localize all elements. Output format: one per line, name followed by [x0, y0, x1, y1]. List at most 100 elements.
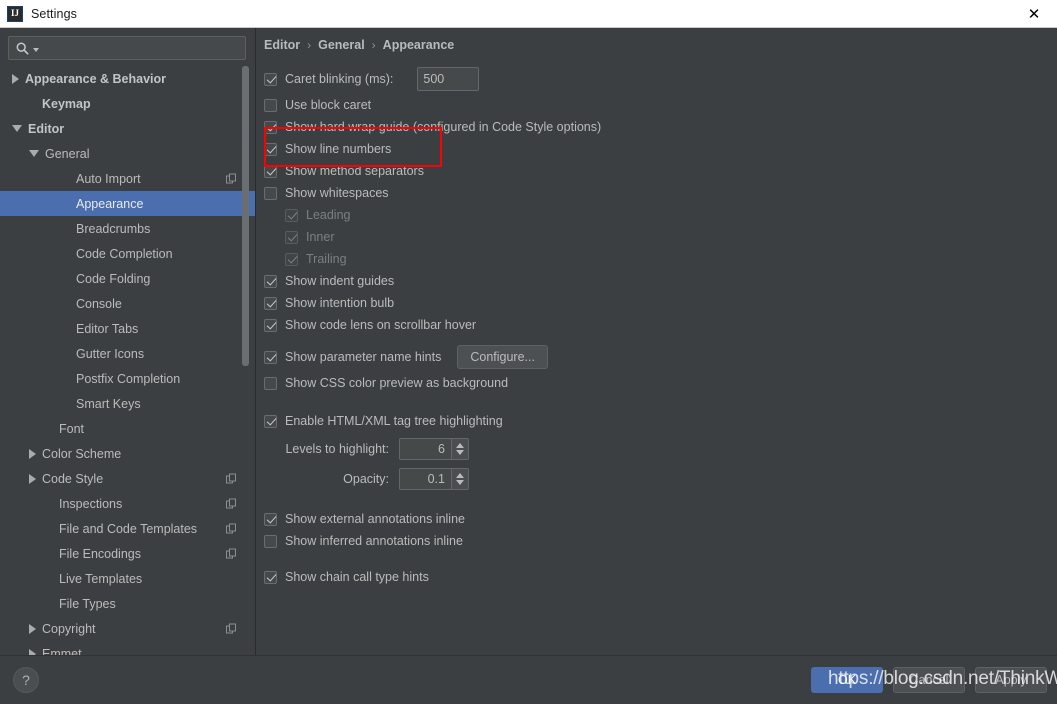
label-caret-blinking: Caret blinking (ms):: [285, 72, 394, 86]
sidebar-item-code-style[interactable]: Code Style: [0, 466, 255, 491]
checkbox-show-parameter-name-hints[interactable]: [264, 350, 277, 364]
tree-spacer-icon: [63, 325, 70, 332]
search-box[interactable]: [8, 36, 246, 60]
sidebar-scrollbar-track[interactable]: [242, 66, 252, 655]
dialog-footer: ? OK Cancel Apply: [0, 655, 1057, 704]
spinner-levels-value[interactable]: 6: [400, 439, 451, 459]
chevron-down-icon[interactable]: [456, 450, 464, 455]
apply-button[interactable]: Apply: [975, 667, 1047, 693]
checkbox-show-inferred-annotations[interactable]: [264, 534, 277, 548]
sidebar-item-color-scheme[interactable]: Color Scheme: [0, 441, 255, 466]
checkbox-show-css-color-preview[interactable]: [264, 376, 277, 390]
label-levels-to-highlight: Levels to highlight:: [285, 442, 389, 456]
checkbox-show-code-lens[interactable]: [264, 318, 277, 332]
configure-parameter-hints-button[interactable]: Configure...: [457, 345, 548, 369]
sidebar-item-code-completion[interactable]: Code Completion: [0, 241, 255, 266]
spinner-levels-buttons: [451, 439, 468, 459]
tree-spacer-icon: [46, 425, 53, 432]
label-whitespace-leading: Leading: [306, 208, 351, 222]
sidebar-item-inspections[interactable]: Inspections: [0, 491, 255, 516]
checkbox-show-indent-guides[interactable]: [264, 274, 277, 288]
row-show-inferred-annotations: Show inferred annotations inline: [264, 532, 1044, 550]
label-show-indent-guides: Show indent guides: [285, 274, 395, 288]
label-show-css-color-preview: Show CSS color preview as background: [285, 376, 509, 390]
help-button[interactable]: ?: [13, 667, 39, 693]
search-icon: [16, 42, 29, 55]
spinner-opacity[interactable]: 0.1: [399, 468, 469, 490]
sidebar-item-label: Postfix Completion: [76, 371, 181, 386]
row-use-block-caret: Use block caret: [264, 96, 1044, 114]
spinner-opacity-value[interactable]: 0.1: [400, 469, 451, 489]
row-caret-blinking: Caret blinking (ms):: [264, 66, 1044, 92]
chevron-right-icon[interactable]: [29, 473, 36, 484]
checkbox-show-hard-wrap-guide[interactable]: [264, 120, 277, 134]
sidebar-item-general[interactable]: General: [0, 141, 255, 166]
row-show-css-color-preview: Show CSS color preview as background: [264, 374, 1044, 392]
checkbox-show-line-numbers[interactable]: [264, 142, 277, 156]
settings-category-tree[interactable]: Appearance & Behavior Keymap Editor General…: [0, 66, 255, 655]
chevron-down-icon[interactable]: [29, 150, 39, 157]
chevron-right-icon[interactable]: [29, 623, 36, 634]
sidebar-item-label: Code Style: [42, 471, 104, 486]
settings-search: [8, 36, 246, 60]
sidebar-item-label: Font: [59, 421, 85, 436]
sidebar-item-code-folding[interactable]: Code Folding: [0, 266, 255, 291]
chevron-up-icon[interactable]: [456, 473, 464, 478]
sidebar-item-editor-tabs[interactable]: Editor Tabs: [0, 316, 255, 341]
tree-root: Appearance & Behavior Keymap Editor General…: [0, 66, 255, 655]
checkbox-use-block-caret[interactable]: [264, 98, 277, 112]
sidebar-item-appearance-behavior[interactable]: Appearance & Behavior: [0, 66, 255, 91]
row-show-chain-call-type-hints: Show chain call type hints: [264, 568, 1044, 586]
search-input[interactable]: [39, 37, 245, 59]
checkbox-show-chain-call-type-hints[interactable]: [264, 570, 277, 584]
row-enable-tag-tree-highlighting: Enable HTML/XML tag tree highlighting: [264, 412, 1044, 430]
checkbox-show-external-annotations[interactable]: [264, 512, 277, 526]
sidebar-item-auto-import[interactable]: Auto Import: [0, 166, 255, 191]
sidebar-item-label: Code Completion: [76, 246, 173, 261]
chevron-right-icon[interactable]: [29, 448, 36, 459]
sidebar-item-label: Console: [76, 296, 122, 311]
sidebar-item-copyright[interactable]: Copyright: [0, 616, 255, 641]
sidebar-item-appearance[interactable]: Appearance: [0, 191, 255, 216]
sidebar-item-breadcrumbs[interactable]: Breadcrumbs: [0, 216, 255, 241]
chevron-right-icon[interactable]: [12, 73, 19, 84]
project-scope-icon: [226, 623, 237, 634]
checkbox-show-intention-bulb[interactable]: [264, 296, 277, 310]
sidebar-item-console[interactable]: Console: [0, 291, 255, 316]
sidebar-item-file-encodings[interactable]: File Encodings: [0, 541, 255, 566]
sidebar-item-file-types[interactable]: File Types: [0, 591, 255, 616]
close-icon[interactable]: ✕: [1011, 0, 1057, 27]
sidebar-item-postfix-completion[interactable]: Postfix Completion: [0, 366, 255, 391]
breadcrumb-item-editor[interactable]: Editor: [264, 38, 300, 52]
sidebar-item-label: Emmet: [42, 646, 82, 656]
sidebar-item-gutter-icons[interactable]: Gutter Icons: [0, 341, 255, 366]
sidebar-item-font[interactable]: Font: [0, 416, 255, 441]
sidebar-scrollbar-thumb[interactable]: [242, 66, 249, 366]
chevron-down-icon[interactable]: [456, 480, 464, 485]
spinner-opacity-buttons: [451, 469, 468, 489]
sidebar-item-emmet[interactable]: Emmet: [0, 641, 255, 655]
spinner-levels-to-highlight[interactable]: 6: [399, 438, 469, 460]
checkbox-enable-tag-tree-highlighting[interactable]: [264, 414, 277, 428]
chevron-down-icon[interactable]: [12, 125, 22, 132]
breadcrumb-item-general[interactable]: General: [318, 38, 365, 52]
sidebar-item-label: Gutter Icons: [76, 346, 145, 361]
sidebar-item-live-templates[interactable]: Live Templates: [0, 566, 255, 591]
sidebar-item-file-and-code-templates[interactable]: File and Code Templates: [0, 516, 255, 541]
input-caret-blinking-ms[interactable]: [417, 67, 480, 91]
cancel-button[interactable]: Cancel: [893, 667, 965, 693]
tree-spacer-icon: [63, 200, 70, 207]
ok-button[interactable]: OK: [811, 667, 883, 693]
breadcrumb-item-appearance: Appearance: [382, 38, 455, 52]
sidebar-item-keymap[interactable]: Keymap: [0, 91, 255, 116]
row-whitespace-inner: Inner: [264, 228, 1044, 246]
sidebar-item-editor[interactable]: Editor: [0, 116, 255, 141]
appearance-settings-panel: Editor › General › Appearance Caret blin…: [256, 28, 1057, 655]
label-show-line-numbers: Show line numbers: [285, 142, 392, 156]
checkbox-caret-blinking[interactable]: [264, 72, 277, 86]
label-enable-tag-tree-highlighting: Enable HTML/XML tag tree highlighting: [285, 414, 503, 428]
chevron-up-icon[interactable]: [456, 443, 464, 448]
checkbox-show-whitespaces[interactable]: [264, 186, 277, 200]
sidebar-item-smart-keys[interactable]: Smart Keys: [0, 391, 255, 416]
checkbox-show-method-separators[interactable]: [264, 164, 277, 178]
